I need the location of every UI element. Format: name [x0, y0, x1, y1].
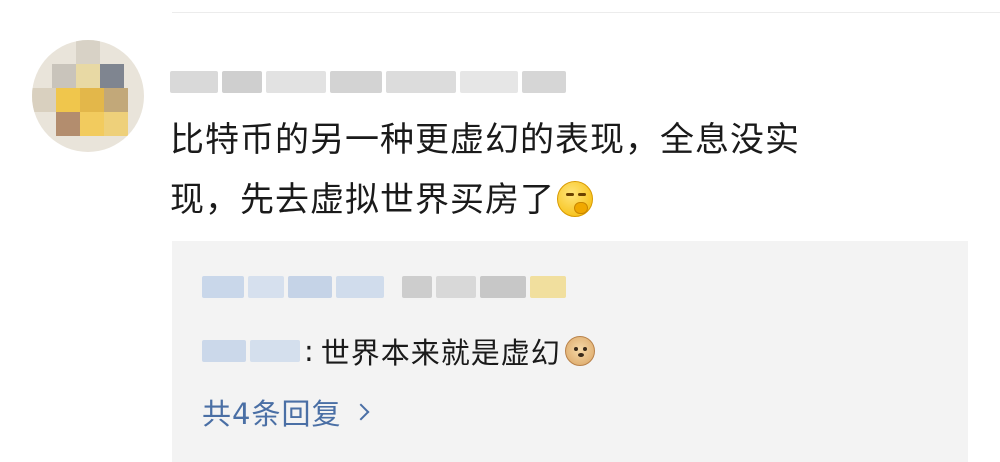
more-replies-label: 共4条回复: [202, 397, 342, 431]
reply-author-blurred[interactable]: [202, 340, 246, 362]
thinking-emoji-icon: [557, 181, 593, 217]
view-more-replies-link[interactable]: 共4条回复: [202, 391, 371, 433]
chevron-right-icon: [355, 404, 371, 420]
reply-blurred-row: [202, 269, 570, 305]
reply-preview-box[interactable]: : 世界本来就是虚幻 共4条回复: [172, 241, 968, 462]
reply-text: 世界本来就是虚幻: [320, 336, 561, 370]
comment-text: 比特币的另一种更虚幻的表现，全息没实 现，先去虚拟世界买房了: [170, 110, 950, 230]
top-divider: [172, 12, 1000, 13]
comment-line-2-text: 现，先去虚拟世界买房了: [170, 180, 555, 220]
reply-row: : 世界本来就是虚幻: [202, 329, 595, 373]
doge-emoji-icon: [564, 336, 595, 366]
username-blurred[interactable]: [170, 60, 570, 104]
comment-line-1: 比特币的另一种更虚幻的表现，全息没实: [170, 120, 800, 160]
reply-separator: :: [304, 334, 315, 368]
avatar[interactable]: [32, 40, 144, 152]
comment-line-2: 现，先去虚拟世界买房了: [170, 170, 950, 230]
